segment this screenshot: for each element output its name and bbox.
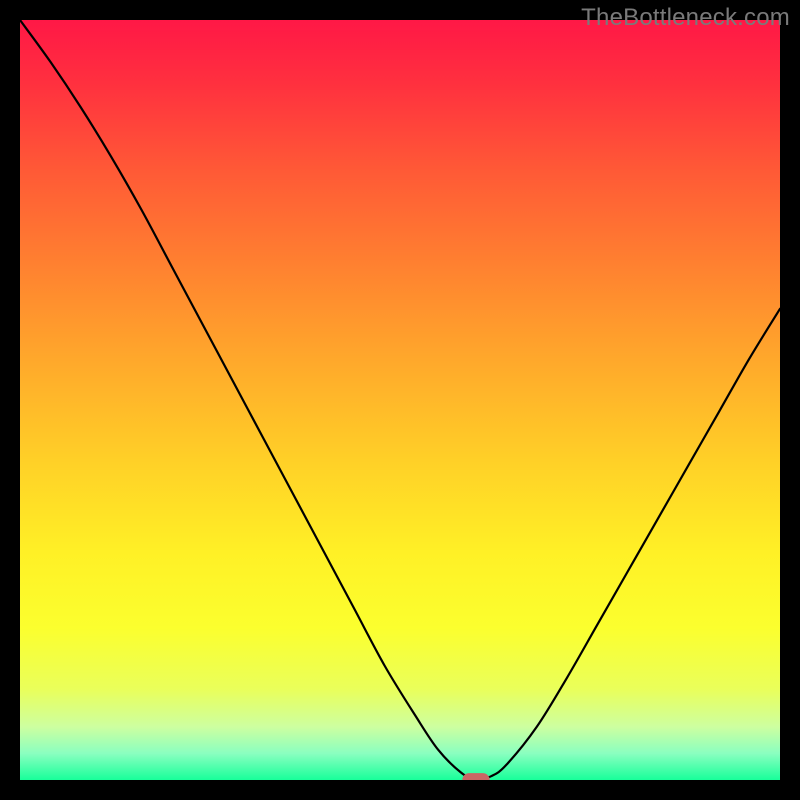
optimal-marker: [462, 773, 489, 780]
chart-svg: [20, 20, 780, 780]
watermark-text: TheBottleneck.com: [581, 4, 790, 32]
chart-background: [20, 20, 780, 780]
chart-frame: TheBottleneck.com: [0, 0, 800, 800]
plot-area: [20, 20, 780, 780]
